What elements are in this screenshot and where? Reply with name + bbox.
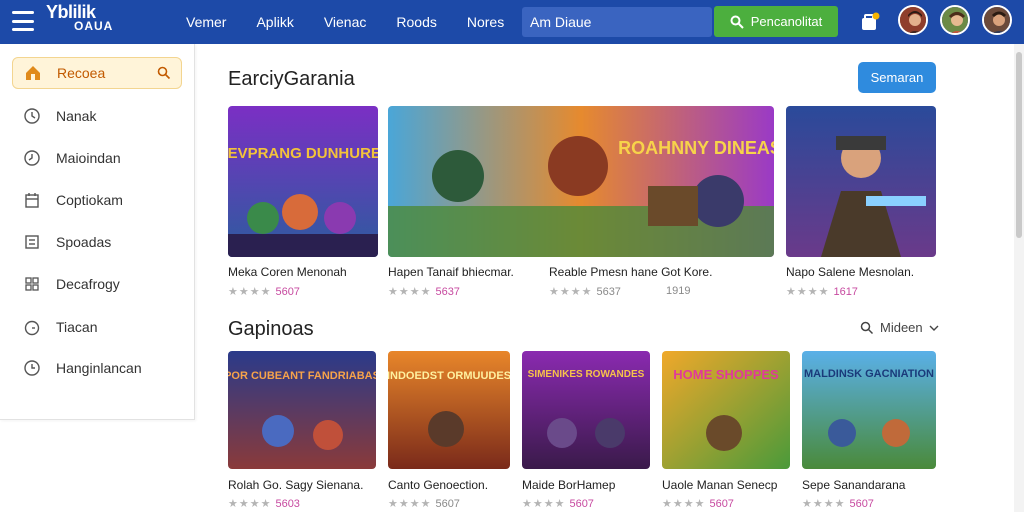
- thumbnail-title: SIMENIKES ROWANDES: [528, 369, 645, 380]
- thumbnail-title: ROAHNNY DINEASS: [618, 138, 774, 158]
- sidebar-item-recoea[interactable]: Recoea: [12, 57, 182, 89]
- game-rating: ★★★★ 5637: [549, 286, 621, 298]
- avatar[interactable]: [982, 5, 1012, 35]
- game-extra-count: 1919: [666, 285, 691, 297]
- sidebar-item-nanak[interactable]: Nanak: [12, 100, 182, 132]
- sidebar-item-label: Maioindan: [56, 150, 121, 166]
- game-rating: ★★★★ 5607: [388, 498, 460, 510]
- see-more-button[interactable]: Semaran: [858, 62, 936, 93]
- sidebar-item-maioindan[interactable]: Maioindan: [12, 142, 182, 174]
- game-rating: ★★★★ 5607: [228, 286, 300, 298]
- search-button-label: Pencanolitat: [750, 14, 823, 29]
- search-button[interactable]: Pencanolitat: [714, 6, 838, 37]
- nav-item[interactable]: Aplikk: [256, 14, 293, 30]
- sort-label: Mideen: [880, 320, 923, 335]
- sidebar-item-label: Coptiokam: [56, 192, 123, 208]
- game-rating: ★★★★ 5607: [662, 498, 734, 510]
- game-rating: ★★★★ 5607: [802, 498, 874, 510]
- game-thumbnail[interactable]: MALDINSK GACNIATION: [802, 351, 936, 469]
- section-title-games: Gapinoas: [228, 318, 314, 340]
- history-icon: [22, 106, 42, 126]
- game-rating: ★★★★ 5603: [228, 498, 300, 510]
- sidebar-item-coptiokam[interactable]: Coptiokam: [12, 184, 182, 216]
- game-title[interactable]: Maide BorHamep: [522, 478, 615, 492]
- main-nav: Vemer Aplikk Vienac Roods Nores: [186, 0, 534, 44]
- notification-icon[interactable]: [860, 12, 880, 32]
- sidebar-item-label: Spoadas: [56, 234, 112, 250]
- sidebar: Recoea Nanak Maioindan Coptiokam Spoadas…: [0, 44, 195, 420]
- avatar[interactable]: [940, 5, 970, 35]
- game-title[interactable]: Hapen Tanaif bhiecmar.: [388, 265, 514, 279]
- search-icon[interactable]: [157, 66, 171, 83]
- thumbnail-title-line-1: MEVPRANG DUNHURES: [228, 145, 378, 162]
- game-rating: ★★★★ 5607: [522, 498, 594, 510]
- sidebar-item-hanginlancan[interactable]: Hanginlancan: [12, 352, 182, 384]
- game-rating: ★★★★ 1617: [786, 286, 858, 298]
- avatar[interactable]: [898, 5, 928, 35]
- game-thumbnail[interactable]: SIMENIKES ROWANDES: [522, 351, 650, 469]
- sidebar-item-label: Recoea: [57, 65, 106, 81]
- sidebar-item-label: Nanak: [56, 108, 97, 124]
- chevron-down-icon: [929, 325, 939, 331]
- game-title[interactable]: Uaole Manan Senecp: [662, 478, 777, 492]
- thumbnail-title: MALDINSK GACNIATION: [804, 368, 934, 380]
- game-title[interactable]: Napo Salene Mesnolan.: [786, 265, 914, 279]
- search-icon: [860, 321, 874, 334]
- game-title[interactable]: Sepe Sanandarana: [802, 478, 905, 492]
- clock-icon: [22, 358, 42, 378]
- game-thumbnail[interactable]: HOME SHOPPES: [662, 351, 790, 469]
- logo[interactable]: Yblilik OAUA: [46, 2, 126, 33]
- nav-item[interactable]: Nores: [467, 14, 504, 30]
- thumbnail-title: HOME SHOPPES: [673, 367, 779, 382]
- sidebar-item-decafrogy[interactable]: Decafrogy: [12, 268, 182, 300]
- game-rating: ★★★★ 5637: [388, 286, 460, 298]
- sort-dropdown[interactable]: Mideen: [860, 320, 945, 335]
- thumbnail-title: INDOEDST ORMUUDES: [388, 370, 510, 382]
- list-icon: [22, 232, 42, 252]
- game-thumbnail[interactable]: [786, 106, 936, 257]
- game-title[interactable]: Reable Pmesn hane Got Kore.: [549, 265, 712, 279]
- logo-line-1: Yblilik: [46, 2, 96, 22]
- menu-icon[interactable]: [12, 11, 34, 31]
- clock-icon: [22, 148, 42, 168]
- nav-item[interactable]: Vienac: [324, 14, 367, 30]
- game-thumbnail[interactable]: MEVPRANG DUNHURES: [228, 106, 378, 257]
- sidebar-item-spoadas[interactable]: Spoadas: [12, 226, 182, 258]
- game-title[interactable]: Canto Genoection.: [388, 478, 488, 492]
- top-bar: Yblilik OAUA Vemer Aplikk Vienac Roods N…: [0, 0, 1024, 44]
- house-icon: [23, 63, 43, 83]
- thumbnail-title: POR CUBEANT FANDRIABAS: [228, 370, 376, 382]
- nav-item[interactable]: Roods: [396, 14, 436, 30]
- nav-item[interactable]: Vemer: [186, 14, 226, 30]
- search-input[interactable]: Am Diaue: [522, 7, 712, 37]
- game-thumbnail[interactable]: POR CUBEANT FANDRIABAS: [228, 351, 376, 469]
- search-icon: [730, 15, 744, 29]
- timer-icon: [22, 317, 42, 337]
- section-title-featured: EarciyGarania: [228, 68, 355, 90]
- game-thumbnail-featured[interactable]: ROAHNNY DINEASS: [388, 106, 774, 257]
- grid-icon: [22, 274, 42, 294]
- scrollbar-thumb[interactable]: [1016, 52, 1022, 238]
- game-thumbnail[interactable]: INDOEDST ORMUUDES: [388, 351, 510, 469]
- sidebar-item-label: Decafrogy: [56, 276, 120, 292]
- sidebar-item-label: Hanginlancan: [56, 360, 142, 376]
- sidebar-item-tiacan[interactable]: Tiacan: [12, 311, 182, 343]
- sidebar-item-label: Tiacan: [56, 319, 98, 335]
- game-title[interactable]: Meka Coren Menonah: [228, 265, 347, 279]
- calendar-icon: [22, 190, 42, 210]
- game-title[interactable]: Rolah Go. Sagy Sienana.: [228, 478, 363, 492]
